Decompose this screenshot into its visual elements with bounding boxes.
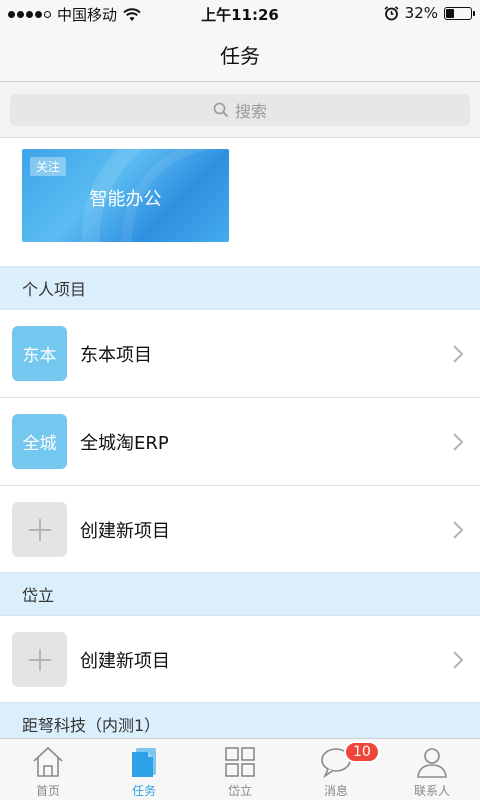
banner-title: 智能办公	[89, 189, 162, 210]
project-avatar: 全城	[12, 414, 67, 469]
search-icon	[213, 102, 229, 118]
battery-percent: 32%	[404, 4, 438, 22]
smart-office-banner[interactable]: 关注 智能办公	[22, 149, 229, 242]
unread-badge: 10	[344, 741, 380, 763]
plus-icon	[28, 518, 51, 541]
section-header-daili: 岱立	[0, 572, 480, 616]
search-placeholder: 搜索	[234, 102, 267, 121]
follow-badge: 关注	[30, 157, 67, 176]
list-item-project[interactable]: 全城 全城淘ERP	[0, 398, 480, 486]
tab-label: 联系人	[413, 784, 450, 798]
alarm-icon	[384, 5, 399, 20]
tab-daili[interactable]: 岱立	[192, 739, 288, 800]
contacts-icon	[417, 748, 447, 778]
battery-icon	[444, 6, 475, 20]
add-project-avatar	[12, 502, 67, 557]
battery-level	[446, 8, 454, 18]
tab-label: 任务	[131, 784, 156, 798]
create-project-label: 创建新项目	[80, 521, 170, 542]
status-bar: 中国移动 上午11:26 32%	[0, 0, 480, 28]
chevron-right-icon	[453, 521, 464, 539]
task-icon	[132, 748, 156, 777]
tab-tasks[interactable]: 任务	[96, 739, 192, 800]
tab-messages[interactable]: 消息 10	[288, 739, 384, 800]
section-header-personal-projects: 个人项目	[0, 266, 480, 310]
create-project-label: 创建新项目	[80, 651, 170, 672]
list-item-project[interactable]: 东本 东本项目	[0, 310, 480, 398]
grid-icon	[225, 747, 255, 777]
search-bar: 搜索	[0, 82, 480, 138]
chevron-right-icon	[453, 345, 464, 363]
page-title: 任务	[220, 44, 260, 68]
create-new-project-item[interactable]: 创建新项目	[0, 616, 480, 704]
tab-label: 岱立	[227, 784, 252, 798]
project-name: 全城淘ERP	[80, 433, 169, 454]
navigation-bar: 任务	[0, 28, 480, 82]
chevron-right-icon	[453, 651, 464, 669]
search-input[interactable]: 搜索	[10, 94, 470, 126]
add-project-avatar	[12, 632, 67, 687]
create-new-project-item[interactable]: 创建新项目	[0, 486, 480, 574]
tab-contacts[interactable]: 联系人	[384, 739, 480, 800]
project-name: 东本项目	[80, 345, 152, 366]
chevron-right-icon	[453, 433, 464, 451]
home-icon	[33, 746, 63, 777]
status-right: 32%	[384, 4, 475, 22]
tab-label: 消息	[323, 784, 348, 798]
tab-bar: 首页 任务 岱立 消息 10 联系人	[0, 738, 480, 800]
tab-label: 首页	[35, 784, 60, 798]
plus-icon	[28, 648, 51, 671]
tab-home[interactable]: 首页	[0, 739, 96, 800]
banner-area: 关注 智能办公	[0, 138, 480, 266]
project-avatar: 东本	[12, 326, 67, 381]
